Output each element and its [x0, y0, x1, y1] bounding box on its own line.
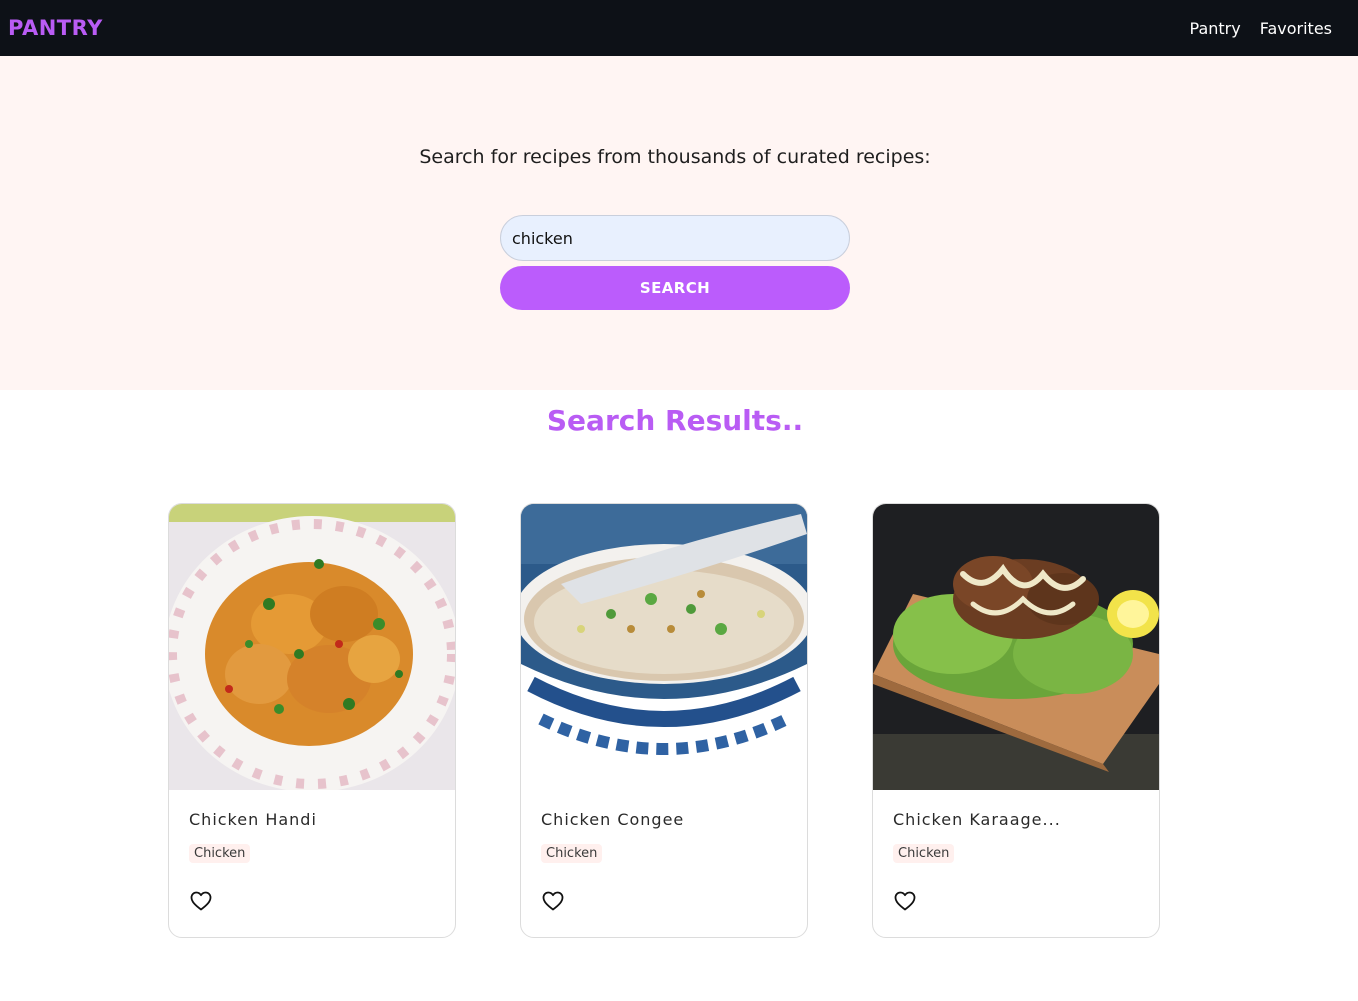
recipe-card[interactable]: Chicken Handi Chicken: [168, 503, 456, 938]
nav-link-favorites[interactable]: Favorites: [1260, 19, 1332, 38]
heart-outline-icon: [542, 891, 564, 911]
nav-links: Pantry Favorites: [1190, 19, 1332, 38]
favorite-button[interactable]: [189, 889, 213, 913]
recipe-photo: [873, 504, 1159, 790]
nav-link-pantry[interactable]: Pantry: [1190, 19, 1241, 38]
recipe-title: Chicken Congee: [541, 810, 685, 829]
recipe-image[interactable]: [521, 504, 807, 790]
recipe-photo: [521, 504, 807, 790]
recipe-category-tag: Chicken: [189, 844, 251, 863]
search-button[interactable]: SEARCH: [500, 266, 850, 310]
recipe-title: Chicken Karaage...: [893, 810, 1061, 829]
recipe-card[interactable]: Chicken Congee Chicken: [520, 503, 808, 938]
recipe-card[interactable]: Chicken Karaage... Chicken: [872, 503, 1160, 938]
search-input[interactable]: [500, 215, 850, 261]
search-prompt: Search for recipes from thousands of cur…: [419, 146, 931, 168]
recipe-image[interactable]: [169, 504, 455, 790]
recipe-category-tag: Chicken: [893, 844, 955, 863]
heart-outline-icon: [894, 891, 916, 911]
navbar: PANTRY Pantry Favorites: [0, 0, 1358, 56]
recipe-title: Chicken Handi: [189, 810, 317, 829]
recipe-category-tag: Chicken: [541, 844, 603, 863]
results-title: Search Results..: [546, 404, 804, 437]
recipe-image[interactable]: [873, 504, 1159, 790]
brand-logo[interactable]: PANTRY: [8, 16, 103, 40]
search-hero: Search for recipes from thousands of cur…: [0, 56, 1358, 390]
recipe-photo: [169, 504, 455, 790]
favorite-button[interactable]: [541, 889, 565, 913]
heart-outline-icon: [190, 891, 212, 911]
favorite-button[interactable]: [893, 889, 917, 913]
